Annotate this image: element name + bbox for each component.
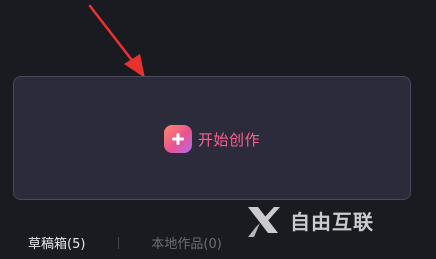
watermark-text: 自由互联 [290,209,374,234]
watermark: 自由互联 [244,198,424,242]
page: 开始创作 草稿箱(5) 本地作品(0) 自由互联 [0,0,436,259]
works-tabs: 草稿箱(5) 本地作品(0) [28,233,222,252]
plus-icon [163,125,192,153]
start-create-content: 开始创作 [163,125,260,153]
start-create-label: 开始创作 [197,130,260,149]
tab-drafts[interactable]: 草稿箱(5) [28,233,85,252]
tab-local-works[interactable]: 本地作品(0) [151,233,221,252]
x-logo-icon [248,207,280,237]
tab-divider [118,236,120,249]
start-create-button[interactable]: 开始创作 [13,76,411,200]
